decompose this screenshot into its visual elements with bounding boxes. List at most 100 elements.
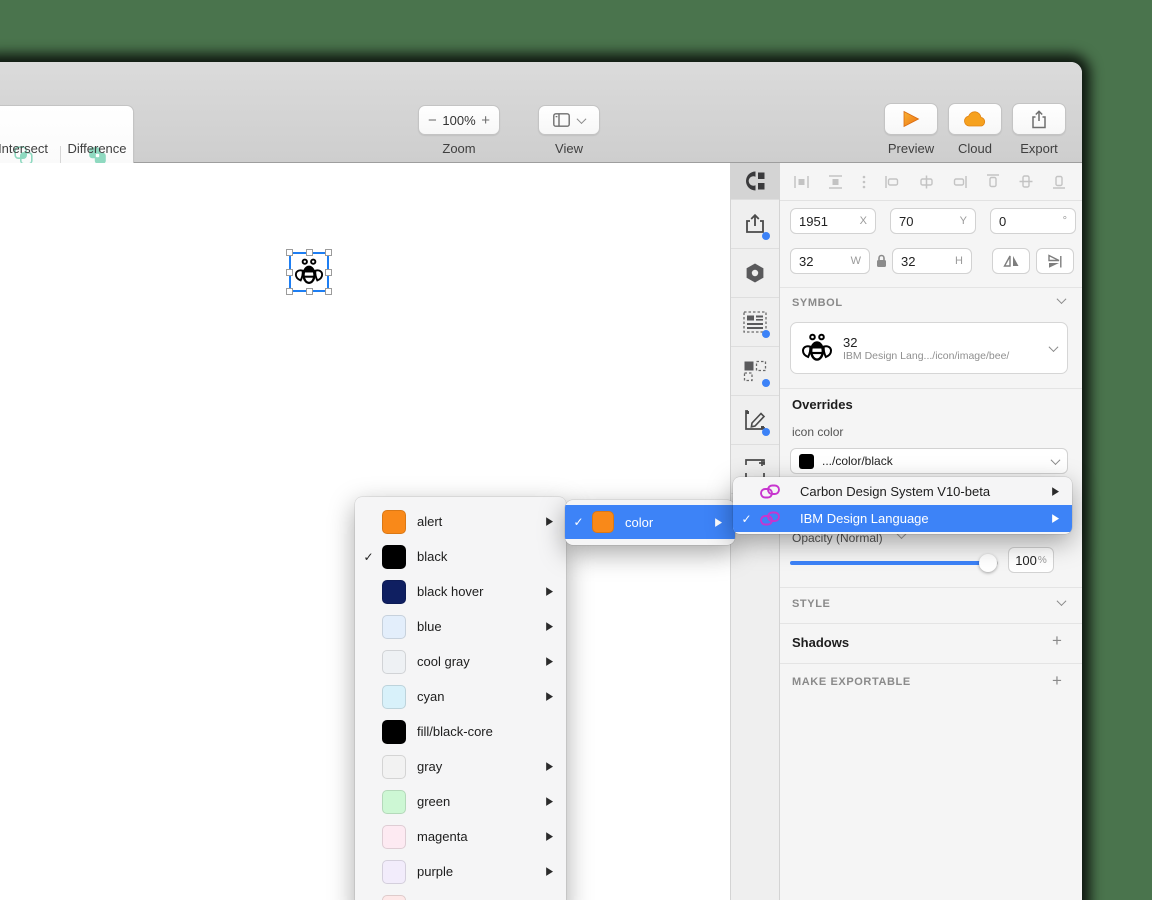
icon-color-override-dropdown[interactable]: .../color/black: [790, 448, 1068, 474]
distribute-horizontally-icon[interactable]: [794, 175, 809, 189]
align-center-horizontal-icon[interactable]: [919, 175, 934, 189]
style-section-header: STYLE: [792, 598, 831, 610]
menu-item-black-hover[interactable]: black hover ▶: [355, 574, 566, 609]
resize-handle-nw[interactable]: [286, 249, 293, 256]
library-link-icon: [760, 484, 780, 499]
upload-icon: [746, 213, 764, 233]
align-top-icon[interactable]: [986, 174, 1000, 189]
overrides-header: Overrides: [792, 397, 853, 412]
submenu-arrow-icon: ▶: [546, 794, 553, 808]
preview-button[interactable]: [884, 103, 938, 135]
resize-handle-ne[interactable]: [325, 249, 332, 256]
export-button[interactable]: [1012, 103, 1066, 135]
resize-handle-se[interactable]: [325, 288, 332, 295]
bee-symbol-thumbnail-icon: [801, 333, 833, 361]
menu-item-ibm-design-language[interactable]: ✓ IBM Design Language ▶: [733, 505, 1072, 532]
share-export-icon: [1032, 109, 1046, 128]
submenu-arrow-icon: ▶: [546, 864, 553, 878]
height-field[interactable]: 32 H: [892, 248, 972, 274]
width-field[interactable]: 32 W: [790, 248, 870, 274]
resize-handle-n[interactable]: [306, 249, 313, 256]
menu-item-cool-gray[interactable]: cool gray ▶: [355, 644, 566, 679]
selected-symbol-bee[interactable]: [286, 249, 332, 295]
menu-item-cyan[interactable]: cyan ▶: [355, 679, 566, 714]
layout-tool-button[interactable]: [731, 298, 779, 347]
cloud-label: Cloud: [958, 141, 992, 156]
opacity-slider-knob[interactable]: [979, 554, 997, 572]
chevron-down-icon: [1048, 341, 1059, 352]
app-toolbar: Intersect Difference − 100% + Zoom View: [0, 62, 1082, 205]
icon-color-label: icon color: [792, 425, 844, 439]
intersect-label: Intersect: [0, 141, 48, 156]
menu-item-purple[interactable]: purple ▶: [355, 854, 566, 889]
bee-icon: [294, 257, 324, 287]
add-shadow-button[interactable]: +: [1052, 631, 1062, 651]
width-value: 32: [799, 253, 814, 269]
align-right-icon[interactable]: [952, 175, 968, 189]
make-exportable-button[interactable]: +: [1052, 671, 1062, 691]
menu-item-green[interactable]: green ▶: [355, 784, 566, 819]
override-value: .../color/black: [822, 454, 893, 468]
zoom-in-button[interactable]: +: [481, 113, 490, 128]
chevron-down-icon: [576, 113, 587, 124]
x-position-field[interactable]: 1951 X: [790, 208, 876, 234]
style-collapse-chevron-icon[interactable]: [1056, 596, 1067, 607]
menu-item-gray[interactable]: gray ▶: [355, 749, 566, 784]
color-swatch: [382, 824, 406, 849]
color-swatch: [382, 649, 406, 674]
upload-tool-button[interactable]: [731, 200, 779, 249]
submenu-arrow-icon: ▶: [546, 654, 553, 668]
cloud-button[interactable]: [948, 103, 1002, 135]
resize-handle-sw[interactable]: [286, 288, 293, 295]
symbol-collapse-chevron-icon[interactable]: [1056, 294, 1067, 305]
symbol-name: 32: [843, 334, 858, 350]
align-left-icon[interactable]: [884, 175, 900, 189]
alignment-toolbar: [780, 163, 1082, 201]
rotation-value: 0: [999, 213, 1007, 229]
menu-item-color-group[interactable]: ✓ color ▶: [565, 505, 735, 539]
zoom-out-button[interactable]: −: [428, 113, 437, 128]
menu-item-blue[interactable]: blue ▶: [355, 609, 566, 644]
rotation-field[interactable]: 0 °: [990, 208, 1076, 234]
menu-item-black[interactable]: ✓ black: [355, 539, 566, 574]
distribute-vertically-icon[interactable]: [828, 174, 843, 189]
carbon-plugin-logo-icon: [745, 171, 764, 191]
symbol-selector-dropdown[interactable]: 32 IBM Design Lang.../icon/image/bee/: [790, 322, 1068, 374]
submenu-arrow-icon: ▶: [546, 759, 553, 773]
y-unit: Y: [959, 215, 967, 227]
y-position-field[interactable]: 70 Y: [890, 208, 976, 234]
carbon-plugin-button[interactable]: [731, 163, 779, 200]
color-swatch: [382, 894, 406, 900]
submenu-arrow-icon: ▶: [715, 515, 722, 528]
opacity-value-field[interactable]: 100 %: [1008, 547, 1054, 573]
flip-horizontal-button[interactable]: [992, 248, 1030, 274]
align-bottom-icon[interactable]: [1052, 174, 1066, 189]
menu-item-red[interactable]: red ▶: [355, 889, 566, 900]
settings-tool-button[interactable]: [731, 249, 779, 298]
menu-item-fill-black-core[interactable]: fill/black-core: [355, 714, 566, 749]
library-link-icon: [760, 511, 780, 526]
color-swatch: [799, 453, 814, 469]
color-swatch: [382, 684, 406, 709]
swap-instances-tool-button[interactable]: [731, 347, 779, 396]
submenu-arrow-icon: ▶: [546, 619, 553, 633]
flip-vertical-button[interactable]: [1036, 248, 1074, 274]
checkmark-icon: ✓: [741, 511, 752, 526]
difference-label: Difference: [67, 141, 127, 156]
resize-handle-w[interactable]: [286, 269, 293, 276]
opacity-slider-track[interactable]: [790, 561, 990, 565]
resize-handle-e[interactable]: [325, 269, 332, 276]
menu-item-carbon-design-system[interactable]: Carbon Design System V10-beta ▶: [733, 478, 1072, 505]
resize-handle-s[interactable]: [306, 288, 313, 295]
library-menu: Carbon Design System V10-beta ▶ ✓ IBM De…: [733, 477, 1072, 534]
notification-badge: [762, 330, 770, 338]
color-group-menu: ✓ color ▶: [565, 500, 735, 545]
align-middle-vertical-icon[interactable]: [1019, 174, 1033, 189]
menu-item-magenta[interactable]: magenta ▶: [355, 819, 566, 854]
flip-vertical-icon: [1048, 253, 1062, 268]
lock-aspect-icon[interactable]: [876, 254, 887, 268]
edit-symbol-tool-button[interactable]: [731, 396, 779, 445]
view-button[interactable]: [538, 105, 600, 135]
notification-badge: [762, 428, 770, 436]
menu-item-alert[interactable]: alert ▶: [355, 504, 566, 539]
